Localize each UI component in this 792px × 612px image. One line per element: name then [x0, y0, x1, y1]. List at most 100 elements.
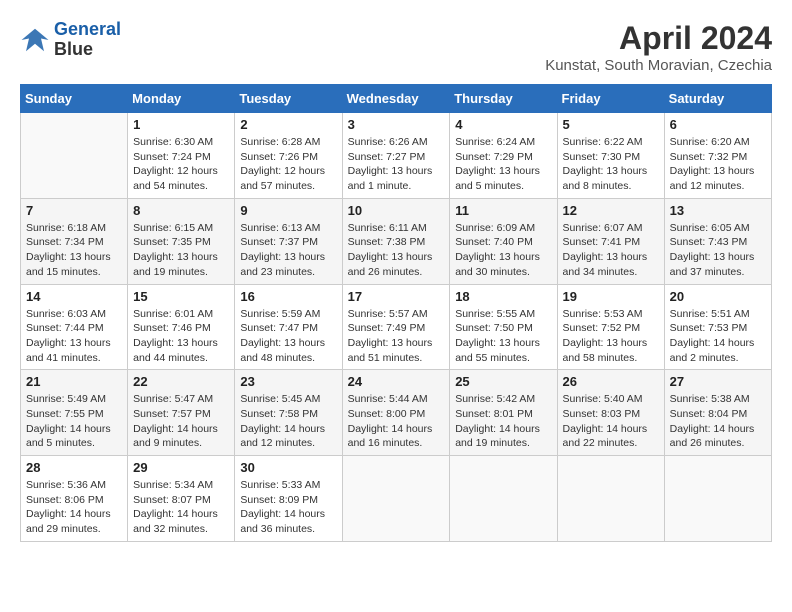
header-sunday: Sunday [21, 85, 128, 113]
day-cell: 20Sunrise: 5:51 AM Sunset: 7:53 PM Dayli… [664, 284, 771, 370]
logo-line2: Blue [54, 40, 121, 60]
day-info: Sunrise: 6:20 AM Sunset: 7:32 PM Dayligh… [670, 135, 766, 194]
day-info: Sunrise: 5:57 AM Sunset: 7:49 PM Dayligh… [348, 307, 445, 366]
day-cell: 7 Sunrise: 6:18 AM Sunset: 7:34 PM Daylig… [21, 198, 128, 284]
day-cell: 17Sunrise: 5:57 AM Sunset: 7:49 PM Dayli… [342, 284, 450, 370]
day-cell: 10 Sunrise: 6:11 AM Sunset: 7:38 PM Dayli… [342, 198, 450, 284]
header-thursday: Thursday [450, 85, 557, 113]
day-info: Sunrise: 5:47 AM Sunset: 7:57 PM Dayligh… [133, 392, 229, 451]
day-info: Sunrise: 6:28 AM Sunset: 7:26 PM Dayligh… [240, 135, 336, 194]
header-tuesday: Tuesday [235, 85, 342, 113]
day-cell: 16 Sunrise: 5:59 AM Sunset: 7:47 PM Dayli… [235, 284, 342, 370]
day-info: Sunrise: 5:44 AM Sunset: 8:00 PM Dayligh… [348, 392, 445, 451]
week-row-1: 1 Sunrise: 6:30 AM Sunset: 7:24 PM Daylig… [21, 113, 772, 199]
day-cell: 29Sunrise: 5:34 AM Sunset: 8:07 PM Dayli… [128, 456, 235, 542]
day-cell: 21Sunrise: 5:49 AM Sunset: 7:55 PM Dayli… [21, 370, 128, 456]
day-info: Sunrise: 5:42 AM Sunset: 8:01 PM Dayligh… [455, 392, 551, 451]
day-number: 22 [133, 374, 229, 389]
day-number: 16 [240, 289, 336, 304]
day-info: Sunrise: 6:09 AM Sunset: 7:40 PM Dayligh… [455, 221, 551, 280]
day-cell [557, 456, 664, 542]
day-cell [450, 456, 557, 542]
day-number: 11 [455, 203, 551, 218]
day-cell: 12Sunrise: 6:07 AM Sunset: 7:41 PM Dayli… [557, 198, 664, 284]
day-info: Sunrise: 5:34 AM Sunset: 8:07 PM Dayligh… [133, 478, 229, 537]
day-number: 4 [455, 117, 551, 132]
day-number: 30 [240, 460, 336, 475]
day-cell: 1 Sunrise: 6:30 AM Sunset: 7:24 PM Daylig… [128, 113, 235, 199]
day-number: 9 [240, 203, 336, 218]
day-cell [21, 113, 128, 199]
day-info: Sunrise: 5:53 AM Sunset: 7:52 PM Dayligh… [563, 307, 659, 366]
day-cell: 30 Sunrise: 5:33 AM Sunset: 8:09 PM Dayli… [235, 456, 342, 542]
day-number: 3 [348, 117, 445, 132]
day-number: 18 [455, 289, 551, 304]
day-info: Sunrise: 6:05 AM Sunset: 7:43 PM Dayligh… [670, 221, 766, 280]
day-cell [664, 456, 771, 542]
day-info: Sunrise: 5:33 AM Sunset: 8:09 PM Dayligh… [240, 478, 336, 537]
logo-text: General Blue [54, 20, 121, 60]
day-number: 14 [26, 289, 122, 304]
day-number: 7 [26, 203, 122, 218]
day-cell: 11 Sunrise: 6:09 AM Sunset: 7:40 PM Dayli… [450, 198, 557, 284]
header-friday: Friday [557, 85, 664, 113]
day-number: 6 [670, 117, 766, 132]
day-number: 12 [563, 203, 659, 218]
day-number: 8 [133, 203, 229, 218]
week-row-4: 21Sunrise: 5:49 AM Sunset: 7:55 PM Dayli… [21, 370, 772, 456]
day-number: 24 [348, 374, 445, 389]
day-cell: 25 Sunrise: 5:42 AM Sunset: 8:01 PM Dayli… [450, 370, 557, 456]
day-info: Sunrise: 6:30 AM Sunset: 7:24 PM Dayligh… [133, 135, 229, 194]
day-cell: 6 Sunrise: 6:20 AM Sunset: 7:32 PM Daylig… [664, 113, 771, 199]
day-cell: 5 Sunrise: 6:22 AM Sunset: 7:30 PM Daylig… [557, 113, 664, 199]
day-info: Sunrise: 5:55 AM Sunset: 7:50 PM Dayligh… [455, 307, 551, 366]
day-info: Sunrise: 6:11 AM Sunset: 7:38 PM Dayligh… [348, 221, 445, 280]
day-cell: 2 Sunrise: 6:28 AM Sunset: 7:26 PM Daylig… [235, 113, 342, 199]
header-saturday: Saturday [664, 85, 771, 113]
day-cell: 27 Sunrise: 5:38 AM Sunset: 8:04 PM Dayli… [664, 370, 771, 456]
weekday-header-row: Sunday Monday Tuesday Wednesday Thursday… [21, 85, 772, 113]
day-info: Sunrise: 6:18 AM Sunset: 7:34 PM Dayligh… [26, 221, 122, 280]
day-number: 21 [26, 374, 122, 389]
day-number: 25 [455, 374, 551, 389]
week-row-2: 7 Sunrise: 6:18 AM Sunset: 7:34 PM Daylig… [21, 198, 772, 284]
day-number: 2 [240, 117, 336, 132]
day-number: 23 [240, 374, 336, 389]
day-info: Sunrise: 5:38 AM Sunset: 8:04 PM Dayligh… [670, 392, 766, 451]
day-info: Sunrise: 5:59 AM Sunset: 7:47 PM Dayligh… [240, 307, 336, 366]
day-info: Sunrise: 6:03 AM Sunset: 7:44 PM Dayligh… [26, 307, 122, 366]
day-info: Sunrise: 6:26 AM Sunset: 7:27 PM Dayligh… [348, 135, 445, 194]
logo: General Blue [20, 20, 121, 60]
day-info: Sunrise: 6:15 AM Sunset: 7:35 PM Dayligh… [133, 221, 229, 280]
day-cell: 23 Sunrise: 5:45 AM Sunset: 7:58 PM Dayli… [235, 370, 342, 456]
location: Kunstat, South Moravian, Czechia [545, 57, 772, 74]
week-row-3: 14 Sunrise: 6:03 AM Sunset: 7:44 PM Dayli… [21, 284, 772, 370]
day-info: Sunrise: 6:01 AM Sunset: 7:46 PM Dayligh… [133, 307, 229, 366]
day-info: Sunrise: 5:45 AM Sunset: 7:58 PM Dayligh… [240, 392, 336, 451]
title-area: April 2024 Kunstat, South Moravian, Czec… [545, 20, 772, 74]
day-cell: 18 Sunrise: 5:55 AM Sunset: 7:50 PM Dayli… [450, 284, 557, 370]
day-cell: 8 Sunrise: 6:15 AM Sunset: 7:35 PM Daylig… [128, 198, 235, 284]
logo-line1: General [54, 19, 121, 39]
header: General Blue April 2024 Kunstat, South M… [20, 20, 772, 74]
day-cell: 19Sunrise: 5:53 AM Sunset: 7:52 PM Dayli… [557, 284, 664, 370]
day-info: Sunrise: 6:22 AM Sunset: 7:30 PM Dayligh… [563, 135, 659, 194]
day-number: 5 [563, 117, 659, 132]
day-number: 28 [26, 460, 122, 475]
day-cell: 4 Sunrise: 6:24 AM Sunset: 7:29 PM Daylig… [450, 113, 557, 199]
day-number: 1 [133, 117, 229, 132]
day-number: 15 [133, 289, 229, 304]
month-title: April 2024 [545, 20, 772, 57]
header-wednesday: Wednesday [342, 85, 450, 113]
day-info: Sunrise: 5:40 AM Sunset: 8:03 PM Dayligh… [563, 392, 659, 451]
day-number: 13 [670, 203, 766, 218]
day-cell: 9 Sunrise: 6:13 AM Sunset: 7:37 PM Daylig… [235, 198, 342, 284]
day-info: Sunrise: 6:13 AM Sunset: 7:37 PM Dayligh… [240, 221, 336, 280]
day-info: Sunrise: 6:24 AM Sunset: 7:29 PM Dayligh… [455, 135, 551, 194]
calendar-table: Sunday Monday Tuesday Wednesday Thursday… [20, 84, 772, 542]
logo-icon [20, 25, 50, 55]
day-number: 10 [348, 203, 445, 218]
day-number: 27 [670, 374, 766, 389]
day-number: 20 [670, 289, 766, 304]
day-info: Sunrise: 5:36 AM Sunset: 8:06 PM Dayligh… [26, 478, 122, 537]
